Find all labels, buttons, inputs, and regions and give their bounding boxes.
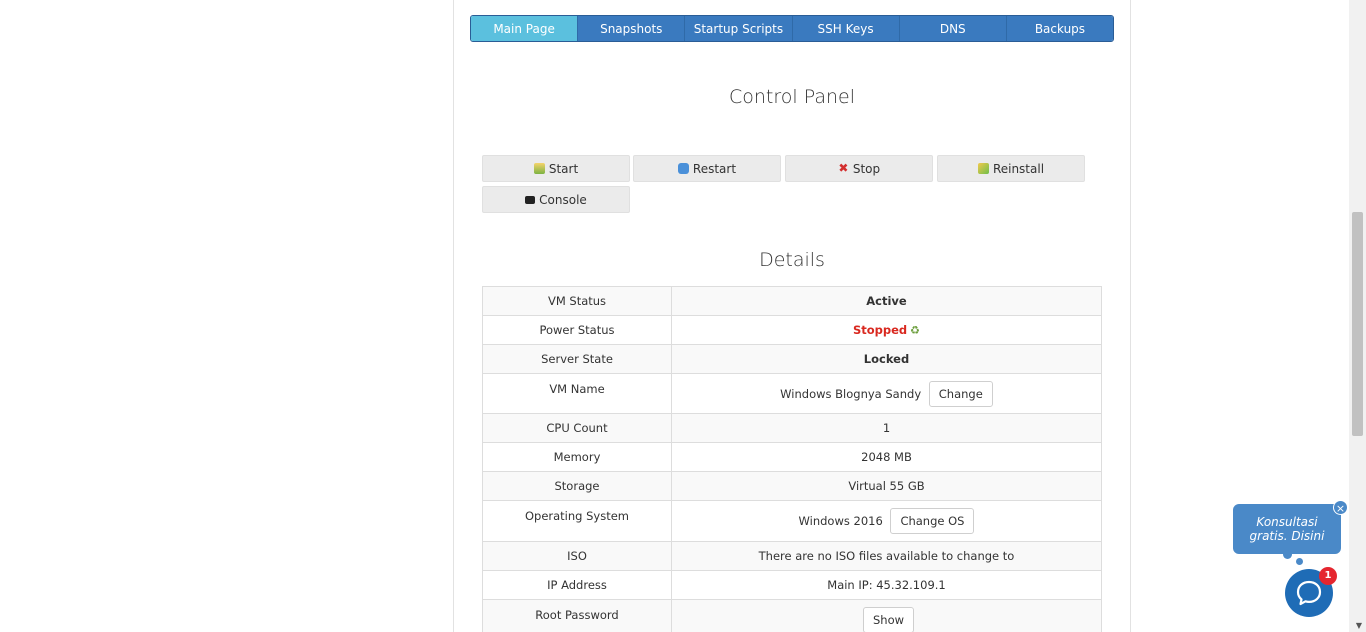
storage-value: Virtual 55 GB <box>671 471 1102 501</box>
refresh-icon[interactable]: ♻ <box>910 324 920 337</box>
chat-promo-line1: Konsultasi <box>1256 515 1318 529</box>
table-row: VM Name Windows Blognya Sandy Change <box>482 373 1102 414</box>
tab-startup-scripts[interactable]: Startup Scripts <box>685 16 793 41</box>
start-button[interactable]: Start <box>482 155 630 182</box>
start-icon <box>533 163 545 174</box>
table-row: Power Status Stopped ♻ <box>482 315 1102 345</box>
control-panel-title: Control Panel <box>729 86 855 108</box>
memory-label: Memory <box>482 442 672 472</box>
chat-promo-line2: gratis. Disini <box>1249 529 1325 543</box>
stop-label: Stop <box>852 161 881 176</box>
restart-icon <box>677 163 689 174</box>
stop-icon: ✖ <box>838 161 849 175</box>
restart-label: Restart <box>692 161 737 176</box>
table-row: Root Password Show <box>482 599 1102 632</box>
iso-label: ISO <box>482 541 672 571</box>
vm-name-label: VM Name <box>482 373 672 414</box>
chat-bubble-tail-dot <box>1296 558 1303 565</box>
table-row: Storage Virtual 55 GB <box>482 471 1102 501</box>
vm-name-value: Windows Blognya Sandy <box>780 386 922 401</box>
start-label: Start <box>548 161 579 176</box>
table-row: Memory 2048 MB <box>482 442 1102 472</box>
power-status-label: Power Status <box>482 315 672 345</box>
chat-bubble-tail-dot <box>1283 550 1292 559</box>
reinstall-button[interactable]: Reinstall <box>937 155 1085 182</box>
details-title: Details <box>759 249 825 271</box>
details-table: VM Status Active Power Status Stopped ♻ S… <box>482 286 1102 632</box>
tab-ssh-keys[interactable]: SSH Keys <box>792 16 900 41</box>
tab-main-page[interactable]: Main Page <box>471 16 579 41</box>
scrollbar-thumb[interactable] <box>1352 212 1363 436</box>
restart-button[interactable]: Restart <box>633 155 781 182</box>
change-name-button[interactable]: Change <box>928 380 993 407</box>
ip-address-value: Main IP: 45.32.109.1 <box>671 570 1102 600</box>
console-icon <box>525 195 536 204</box>
vm-status-label: VM Status <box>482 286 672 316</box>
ip-address-label: IP Address <box>482 570 672 600</box>
iso-value: There are no ISO files available to chan… <box>671 541 1102 571</box>
chat-notification-badge: 1 <box>1319 567 1337 585</box>
table-row: IP Address Main IP: 45.32.109.1 <box>482 570 1102 600</box>
reinstall-label: Reinstall <box>992 161 1045 176</box>
tab-backups[interactable]: Backups <box>1006 16 1113 41</box>
show-password-button[interactable]: Show <box>862 606 915 632</box>
table-row: VM Status Active <box>482 286 1102 316</box>
reinstall-icon <box>977 163 989 174</box>
change-os-button[interactable]: Change OS <box>890 508 975 534</box>
chat-promo-bubble[interactable]: Konsultasi gratis. Disini <box>1233 504 1341 554</box>
table-row: Server State Locked <box>482 344 1102 374</box>
chat-close-icon[interactable]: × <box>1333 500 1348 515</box>
chat-icon <box>1296 580 1322 606</box>
vps-tabs: Main Page Snapshots Startup Scripts SSH … <box>470 15 1114 42</box>
console-button[interactable]: Console <box>482 186 630 213</box>
power-status-cell: Stopped ♻ <box>671 315 1102 345</box>
table-row: CPU Count 1 <box>482 413 1102 443</box>
tab-dns[interactable]: DNS <box>899 16 1007 41</box>
root-password-cell: Show <box>671 599 1102 632</box>
scroll-down-arrow-icon[interactable]: ▼ <box>1356 621 1362 630</box>
stop-button[interactable]: ✖ Stop <box>785 155 933 182</box>
server-state-label: Server State <box>482 344 672 374</box>
vm-status-value: Active <box>671 286 1102 316</box>
vm-name-cell: Windows Blognya Sandy Change <box>671 373 1102 414</box>
server-state-value: Locked <box>671 344 1102 374</box>
root-password-label: Root Password <box>482 599 672 632</box>
os-label: Operating System <box>482 500 672 542</box>
tab-snapshots[interactable]: Snapshots <box>578 16 686 41</box>
power-status-value: Stopped <box>852 323 908 337</box>
console-label: Console <box>539 192 587 207</box>
table-row: Operating System Windows 2016 Change OS <box>482 500 1102 542</box>
cpu-count-label: CPU Count <box>482 413 672 443</box>
os-cell: Windows 2016 Change OS <box>671 500 1102 542</box>
storage-label: Storage <box>482 471 672 501</box>
cpu-count-value: 1 <box>671 413 1102 443</box>
os-value: Windows 2016 <box>798 514 883 528</box>
table-row: ISO There are no ISO files available to … <box>482 541 1102 571</box>
memory-value: 2048 MB <box>671 442 1102 472</box>
